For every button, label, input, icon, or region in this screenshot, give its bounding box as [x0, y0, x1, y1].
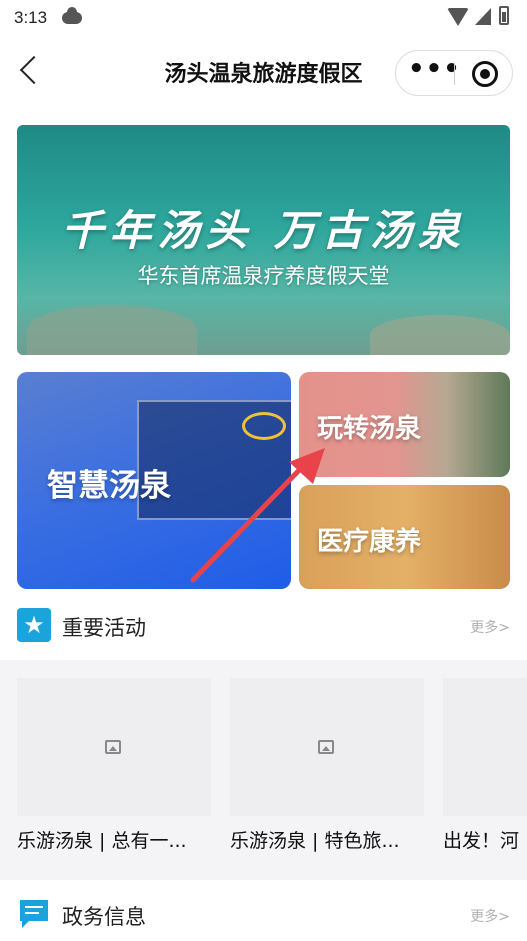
image-icon: [318, 740, 334, 754]
more-button[interactable]: •••: [408, 56, 460, 87]
tile-smart-label: 智慧汤泉: [47, 468, 171, 504]
navigation-bar: 汤头温泉旅游度假区 •••: [0, 36, 527, 108]
miniprogram-capsule: •••: [395, 50, 513, 96]
section-header-activities: 重要活动 更多>: [0, 600, 527, 652]
section-title: 重要活动: [62, 616, 146, 640]
activity-card[interactable]: 乐游汤泉 | 总有一...: [17, 678, 211, 853]
card-image-placeholder: [443, 678, 527, 816]
hero-banner[interactable]: 千年汤头 万古汤泉 华东首席温泉疗养度假天堂: [17, 125, 510, 355]
banner-slogan: 千年汤头 万古汤泉: [61, 206, 466, 255]
star-icon: [17, 608, 51, 642]
signal-icon: [475, 8, 491, 25]
activity-card[interactable]: 乐游汤泉 | 特色旅...: [230, 678, 424, 853]
activity-card[interactable]: 出发！河: [443, 678, 527, 853]
card-caption: 乐游汤泉 | 总有一...: [17, 830, 187, 852]
card-image-placeholder: [17, 678, 211, 816]
battery-icon: [499, 6, 509, 25]
status-bar: 3:13: [0, 0, 527, 36]
card-caption: 出发！河: [443, 830, 520, 852]
annotation-arrow-icon: [190, 448, 325, 583]
banner-rock: [370, 315, 510, 355]
wifi-icon: [447, 8, 469, 26]
card-caption: 乐游汤泉 | 特色旅...: [230, 830, 400, 852]
message-icon: [20, 900, 48, 928]
banner-subtitle: 华东首席温泉疗养度假天堂: [137, 264, 390, 288]
card-image-placeholder: [230, 678, 424, 816]
banner-rock: [27, 305, 197, 355]
status-time: 3:13: [14, 8, 48, 27]
dashboard-ring-image: [242, 412, 286, 440]
activity-carousel[interactable]: 乐游汤泉 | 总有一... 乐游汤泉 | 特色旅... 出发！河: [0, 660, 527, 880]
image-icon: [105, 740, 121, 754]
capsule-divider: [454, 63, 455, 85]
more-link[interactable]: 更多>: [470, 906, 510, 926]
more-link[interactable]: 更多>: [470, 617, 510, 637]
close-miniprogram-icon[interactable]: [472, 61, 498, 87]
section-header-government: 政务信息 更多>: [0, 889, 527, 941]
section-title: 政务信息: [62, 905, 146, 929]
cloud-icon: [62, 7, 82, 24]
